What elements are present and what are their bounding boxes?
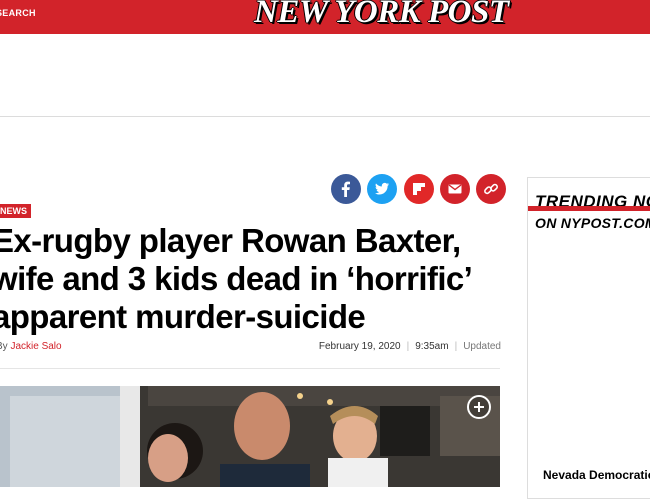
search-link[interactable]: SEARCH <box>0 8 36 18</box>
flipboard-share-button[interactable] <box>404 174 434 204</box>
byline: By Jackie Salo <box>0 341 62 352</box>
trending-sidebar: TRENDING NOW ON NYPOST.COM Nevada Democr… <box>527 177 650 499</box>
ad-banner-space <box>0 34 650 116</box>
lead-photo[interactable] <box>0 386 500 487</box>
byline-divider <box>0 368 500 369</box>
twitter-share-button[interactable] <box>367 174 397 204</box>
email-icon <box>448 184 462 194</box>
meta-separator: | <box>406 341 410 352</box>
meta-separator: | <box>454 341 458 352</box>
header-divider <box>0 116 650 117</box>
facebook-icon <box>341 181 350 197</box>
facebook-share-button[interactable] <box>331 174 361 204</box>
family-photo-illustration <box>0 386 500 487</box>
author-link[interactable]: Jackie Salo <box>10 341 61 352</box>
expand-photo-button[interactable] <box>467 395 491 419</box>
publish-date: February 19, 2020 <box>318 341 401 352</box>
trending-item-link[interactable]: Nevada Democratic <box>543 468 650 482</box>
updated-label: Updated <box>463 341 501 352</box>
section-badge[interactable]: NEWS <box>0 204 31 218</box>
copy-link-button[interactable] <box>476 174 506 204</box>
trending-accent-bar <box>528 206 650 211</box>
flipboard-icon <box>413 183 425 195</box>
email-share-button[interactable] <box>440 174 470 204</box>
masthead-bar: SEARCH NEW YORK POST <box>0 0 650 34</box>
twitter-icon <box>375 182 389 195</box>
site-logo[interactable]: NEW YORK POST <box>254 0 509 31</box>
trending-subtitle: ON NYPOST.COM <box>535 215 650 231</box>
article-meta: February 19, 2020 | 9:35am | Updated <box>319 341 501 352</box>
link-icon <box>484 183 498 195</box>
article-headline: Ex-rugby player Rowan Baxter, wife and 3… <box>0 222 471 335</box>
byline-prefix: By <box>0 341 8 352</box>
publish-time: 9:35am <box>415 341 449 352</box>
